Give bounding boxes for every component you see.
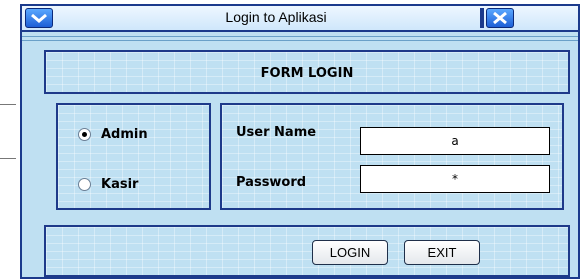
password-field[interactable]: [360, 165, 550, 193]
left-edge-line: [0, 158, 16, 159]
radio-admin-button[interactable]: [78, 128, 91, 141]
login-window: Login to Aplikasi FORM LOGIN Admin Kasir…: [20, 4, 580, 279]
window-title: Login to Aplikasi: [225, 9, 327, 25]
radio-admin[interactable]: Admin: [78, 127, 148, 142]
username-field[interactable]: [360, 127, 550, 155]
divider: [22, 36, 578, 37]
radio-kasir-button[interactable]: [78, 178, 91, 191]
credentials-panel: User Name Password: [220, 103, 564, 210]
role-panel: Admin Kasir: [56, 103, 211, 210]
title-separator: [480, 8, 484, 28]
radio-admin-label: Admin: [101, 127, 148, 142]
button-panel: [44, 225, 570, 277]
radio-kasir[interactable]: Kasir: [78, 177, 138, 192]
radio-kasir-label: Kasir: [101, 177, 139, 192]
form-header-panel: FORM LOGIN: [44, 50, 570, 94]
username-label: User Name: [236, 125, 317, 140]
divider: [22, 40, 578, 41]
close-icon[interactable]: [486, 8, 514, 28]
left-edge-line: [0, 104, 16, 105]
form-title: FORM LOGIN: [260, 66, 354, 81]
password-label: Password: [236, 175, 307, 190]
title-bar[interactable]: Login to Aplikasi: [22, 6, 578, 32]
exit-button[interactable]: EXIT: [404, 240, 480, 265]
login-button[interactable]: LOGIN: [312, 240, 388, 265]
app-menu-icon[interactable]: [25, 8, 53, 28]
